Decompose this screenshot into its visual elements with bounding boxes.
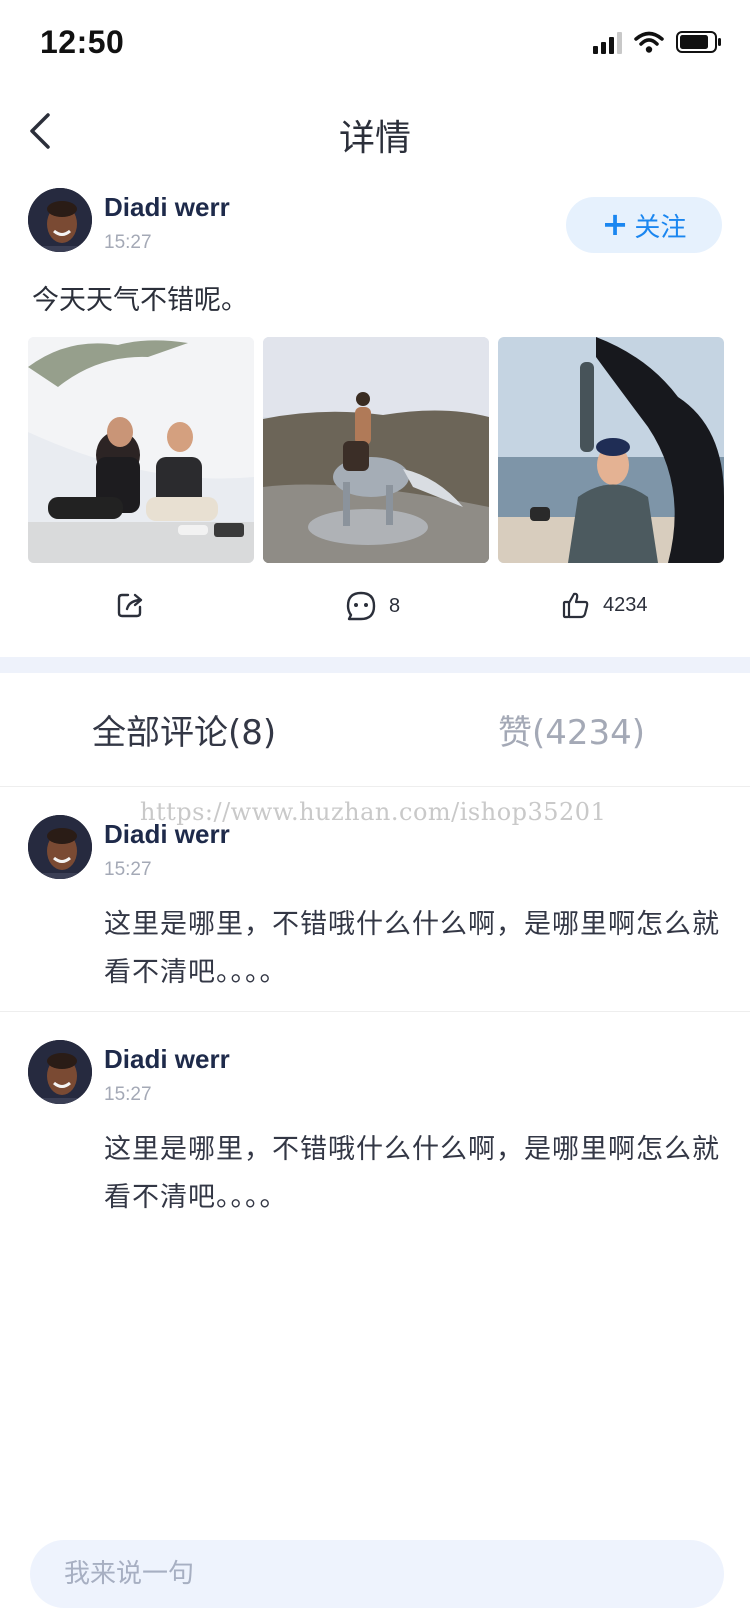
post-time: 15:27 xyxy=(104,232,152,253)
tab-likes[interactable]: 赞(4234) xyxy=(498,705,645,754)
wifi-icon xyxy=(634,31,664,53)
status-icons xyxy=(593,30,722,54)
like-icon xyxy=(562,592,589,619)
nav-bar: 详情 xyxy=(0,95,750,167)
comment-author-name[interactable]: Diadi werr xyxy=(104,1044,230,1075)
comment-author-avatar[interactable] xyxy=(28,815,92,879)
page-title: 详情 xyxy=(338,118,411,159)
plus-icon: + xyxy=(601,205,629,243)
comment-time: 15:27 xyxy=(104,1084,152,1105)
comment-icon xyxy=(346,591,376,621)
post-text: 今天天气不错呢。 xyxy=(32,285,248,316)
comment-text: 这里是哪里，不错哦什么什么啊，是哪里啊怎么就看不清吧。。。。 xyxy=(104,1134,720,1213)
like-button[interactable]: 4234 xyxy=(561,590,648,620)
tab-all-comments[interactable]: 全部评论(8) xyxy=(92,705,276,754)
status-bar: 12:50 xyxy=(0,0,750,90)
status-time: 12:50 xyxy=(40,24,125,60)
battery-icon xyxy=(676,31,722,53)
comment-divider xyxy=(0,1011,750,1012)
post-author-name[interactable]: Diadi werr xyxy=(104,192,230,223)
comment-time: 15:27 xyxy=(104,859,152,880)
comment-author-avatar[interactable] xyxy=(28,1040,92,1104)
like-count: 4234 xyxy=(603,593,648,616)
comment-text: 这里是哪里，不错哦什么什么啊，是哪里啊怎么就看不清吧。。。。 xyxy=(104,909,720,988)
watermark: https://www.huzhan.com/ishop35201 xyxy=(140,798,607,826)
tabs-divider xyxy=(0,786,750,787)
post-photo[interactable] xyxy=(263,337,489,563)
share-icon xyxy=(117,593,143,618)
post-photo[interactable] xyxy=(28,337,254,563)
comment-count: 8 xyxy=(389,594,401,617)
comment-button[interactable]: 8 xyxy=(345,590,400,622)
follow-button[interactable]: + 关注 xyxy=(566,197,722,253)
follow-label: 关注 xyxy=(634,212,687,243)
section-divider xyxy=(0,657,750,673)
comment-input[interactable] xyxy=(30,1540,724,1608)
post-photo[interactable] xyxy=(498,337,724,563)
signal-icon xyxy=(593,30,622,54)
post-author-avatar[interactable] xyxy=(28,188,92,252)
post-photo-grid xyxy=(28,337,724,563)
post-actions: 8 4234 xyxy=(0,590,750,630)
share-button[interactable] xyxy=(115,590,157,620)
